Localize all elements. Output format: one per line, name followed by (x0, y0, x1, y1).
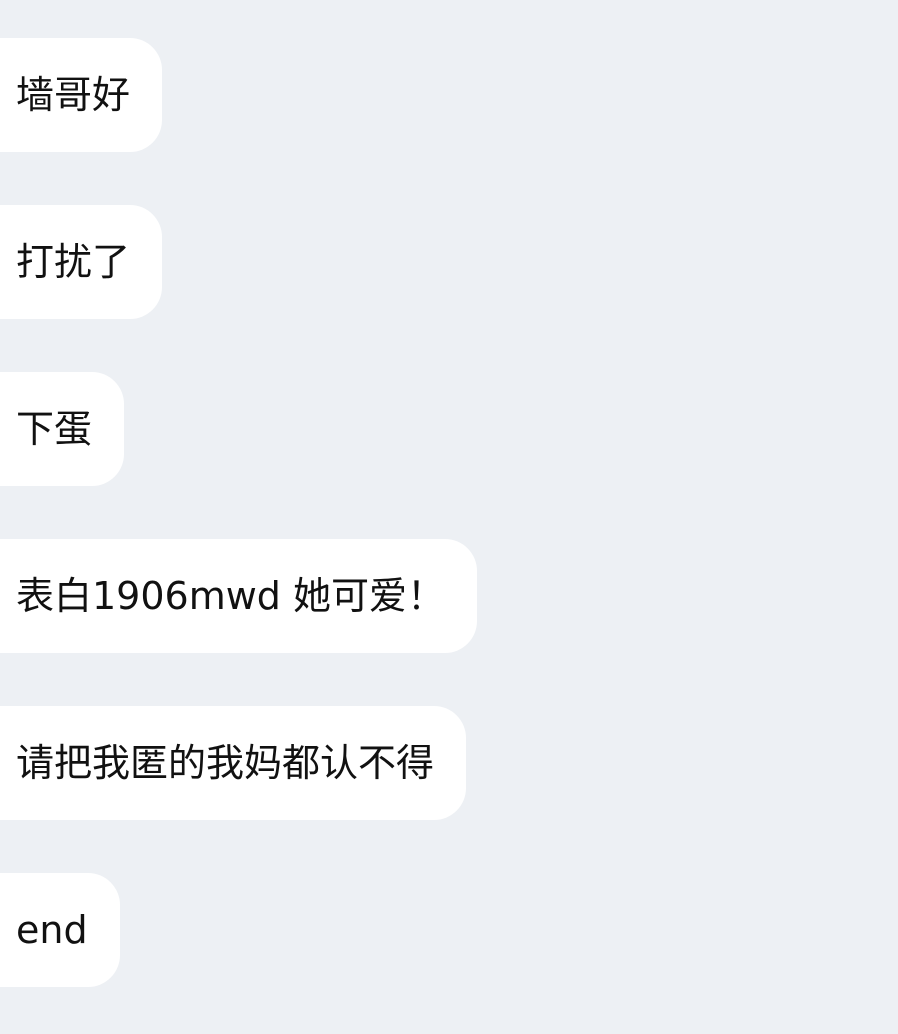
message-text: 墙哥好 (16, 73, 131, 117)
message-bubble[interactable]: 请把我匿的我妈都认不得 (0, 706, 467, 820)
message-text: 表白1906mwd 她可爱！ (16, 574, 446, 618)
message-bubble[interactable]: 打扰了 (0, 205, 163, 319)
message-bubble[interactable]: 表白1906mwd 她可爱！ (0, 539, 478, 653)
message-bubble[interactable]: end (0, 873, 120, 987)
message-bubble[interactable]: 墙哥好 (0, 38, 163, 152)
message-text: 打扰了 (16, 240, 131, 284)
chat-message-list: 墙哥好 打扰了 下蛋 表白1906mwd 她可爱！ 请把我匿的我妈都认不得 en… (0, 0, 898, 1034)
message-bubble[interactable]: 下蛋 (0, 372, 125, 486)
message-text: 下蛋 (16, 407, 93, 451)
message-text: end (16, 908, 88, 952)
message-text: 请把我匿的我妈都认不得 (16, 741, 435, 785)
